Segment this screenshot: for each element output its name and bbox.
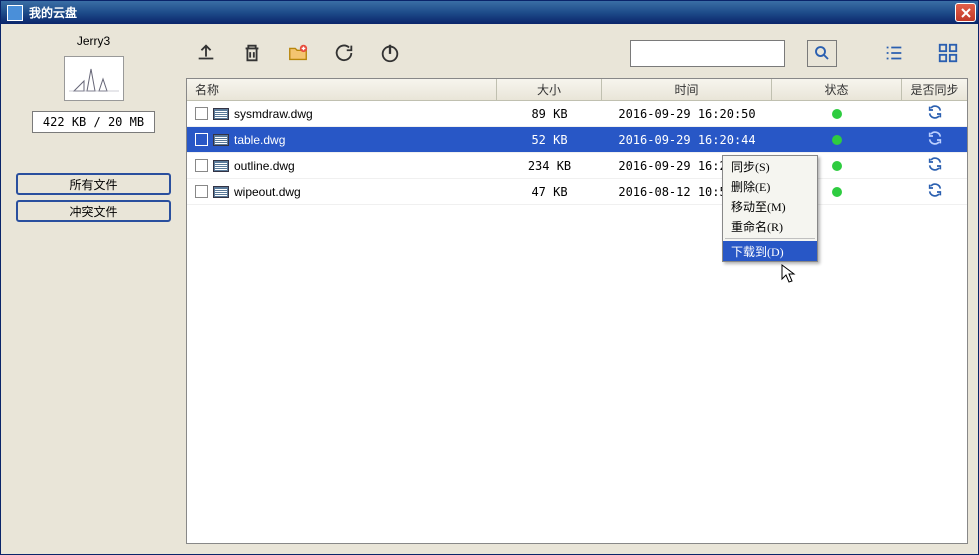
- power-icon[interactable]: [378, 41, 402, 65]
- delete-icon[interactable]: [240, 41, 264, 65]
- row-checkbox[interactable]: [195, 185, 208, 198]
- table-header: 名称 大小 时间 状态 是否同步: [187, 79, 967, 101]
- ctx-download[interactable]: 下载到(D): [723, 241, 817, 261]
- file-time: 2016-09-29 16:20:44: [602, 133, 772, 147]
- search-button[interactable]: [807, 40, 837, 67]
- sidebar: Jerry3 422 KB / 20 MB 所有文件 冲突文件: [11, 34, 176, 544]
- row-checkbox[interactable]: [195, 133, 208, 146]
- ctx-delete[interactable]: 删除(E): [723, 176, 817, 196]
- all-files-button[interactable]: 所有文件: [16, 173, 171, 195]
- sync-icon[interactable]: [927, 104, 943, 123]
- table-row[interactable]: outline.dwg 234 KB 2016-09-29 16:20:38: [187, 153, 967, 179]
- toolbar-group: [194, 41, 402, 65]
- col-status-header[interactable]: 状态: [772, 79, 902, 100]
- grid-view-icon[interactable]: [936, 41, 960, 65]
- file-name: sysmdraw.dwg: [234, 107, 313, 121]
- col-name-header[interactable]: 名称: [187, 79, 497, 100]
- status-dot-icon: [832, 187, 842, 197]
- dwg-file-icon: [213, 108, 229, 120]
- toolbar: [186, 34, 968, 72]
- ctx-rename[interactable]: 重命名(R): [723, 216, 817, 236]
- conflict-files-button[interactable]: 冲突文件: [16, 200, 171, 222]
- app-icon: [7, 5, 23, 21]
- ctx-sync[interactable]: 同步(S): [723, 156, 817, 176]
- col-size-header[interactable]: 大小: [497, 79, 602, 100]
- new-folder-icon[interactable]: [286, 41, 310, 65]
- window-title: 我的云盘: [27, 4, 955, 21]
- preview-thumbnail: [64, 56, 124, 101]
- row-checkbox[interactable]: [195, 107, 208, 120]
- file-name: wipeout.dwg: [234, 185, 301, 199]
- file-size: 47 KB: [497, 185, 602, 199]
- file-size: 234 KB: [497, 159, 602, 173]
- upload-icon[interactable]: [194, 41, 218, 65]
- storage-indicator: 422 KB / 20 MB: [32, 111, 155, 133]
- col-sync-header[interactable]: 是否同步: [902, 79, 967, 100]
- dwg-file-icon: [213, 186, 229, 198]
- sync-icon[interactable]: [927, 156, 943, 175]
- context-menu: 同步(S) 删除(E) 移动至(M) 重命名(R) 下载到(D): [722, 155, 818, 262]
- content-area: Jerry3 422 KB / 20 MB 所有文件 冲突文件: [1, 24, 978, 554]
- all-files-label: 所有文件: [69, 176, 117, 193]
- row-checkbox[interactable]: [195, 159, 208, 172]
- status-dot-icon: [832, 161, 842, 171]
- col-time-header[interactable]: 时间: [602, 79, 772, 100]
- dwg-file-icon: [213, 160, 229, 172]
- table-row[interactable]: wipeout.dwg 47 KB 2016-08-12 10:54:09: [187, 179, 967, 205]
- titlebar: 我的云盘: [1, 1, 978, 24]
- file-time: 2016-09-29 16:20:50: [602, 107, 772, 121]
- main-panel: 名称 大小 时间 状态 是否同步 sysmdraw.dwg 89 KB 2016…: [186, 34, 968, 544]
- sync-icon[interactable]: [927, 130, 943, 149]
- table-row[interactable]: table.dwg 52 KB 2016-09-29 16:20:44: [187, 127, 967, 153]
- table-row[interactable]: sysmdraw.dwg 89 KB 2016-09-29 16:20:50: [187, 101, 967, 127]
- ctx-move[interactable]: 移动至(M): [723, 196, 817, 216]
- file-list: 名称 大小 时间 状态 是否同步 sysmdraw.dwg 89 KB 2016…: [186, 78, 968, 544]
- conflict-files-label: 冲突文件: [69, 203, 117, 220]
- list-view-icon[interactable]: [882, 41, 906, 65]
- refresh-icon[interactable]: [332, 41, 356, 65]
- file-name: table.dwg: [234, 133, 285, 147]
- search-input[interactable]: [630, 40, 785, 67]
- dwg-file-icon: [213, 134, 229, 146]
- username-label: Jerry3: [77, 34, 110, 48]
- file-size: 89 KB: [497, 107, 602, 121]
- window: 我的云盘 Jerry3 422 KB / 20 MB 所有文件 冲突文件: [0, 0, 979, 555]
- status-dot-icon: [832, 135, 842, 145]
- status-dot-icon: [832, 109, 842, 119]
- file-size: 52 KB: [497, 133, 602, 147]
- sync-icon[interactable]: [927, 182, 943, 201]
- ctx-separator: [725, 238, 815, 239]
- file-name: outline.dwg: [234, 159, 295, 173]
- close-button[interactable]: [955, 3, 976, 22]
